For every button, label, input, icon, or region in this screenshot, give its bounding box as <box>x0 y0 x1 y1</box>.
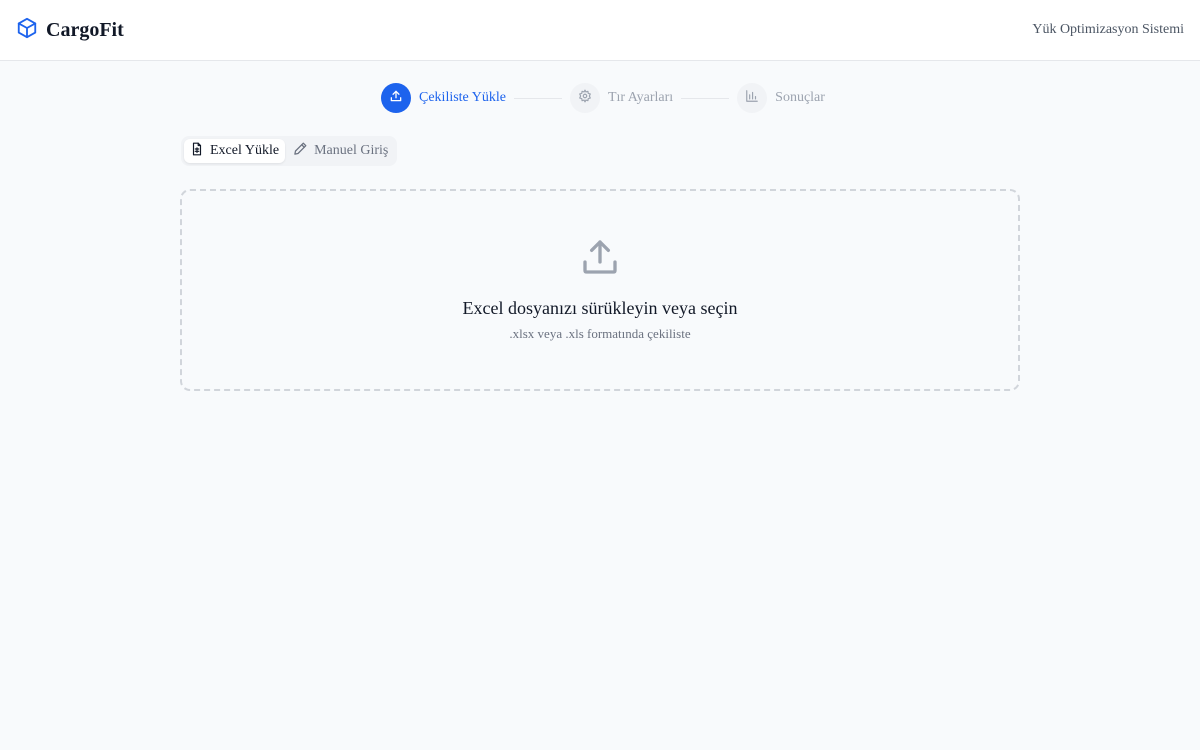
package-icon <box>16 17 38 44</box>
step-results[interactable]: Sonuçlar <box>737 83 825 113</box>
pencil-icon <box>293 141 308 161</box>
tab-label: Excel Yükle <box>210 143 280 158</box>
step-label-truck-settings: Tır Ayarları <box>607 90 674 105</box>
bar-chart-icon <box>745 89 759 108</box>
tab-manual-entry[interactable]: Manuel Giriş <box>287 139 394 163</box>
brand[interactable]: CargoFit <box>16 17 124 44</box>
dropzone-title: Excel dosyanızı sürükleyin veya seçin <box>462 298 738 318</box>
upload-icon <box>580 237 620 282</box>
app-header: CargoFit Yük Optimizasyon Sistemi <box>0 0 1200 61</box>
tab-excel-upload[interactable]: Excel Yükle <box>184 139 286 163</box>
header-subtitle: Yük Optimizasyon Sistemi <box>1032 22 1184 37</box>
excel-dropzone[interactable]: Excel dosyanızı sürükleyin veya seçin .x… <box>180 189 1020 391</box>
input-mode-tabs: Excel Yükle Manuel Giriş <box>181 136 398 166</box>
gear-icon <box>578 89 592 108</box>
step-label-results: Sonuçlar <box>775 90 825 105</box>
step-circle-upload <box>381 83 411 113</box>
step-circle-truck-settings <box>569 83 600 113</box>
step-connector <box>681 97 730 99</box>
step-connector <box>513 97 562 99</box>
dropzone-subtitle: .xlsx veya .xls formatında çekiliste <box>509 326 691 341</box>
upload-icon <box>389 89 403 108</box>
step-truck-settings[interactable]: Tır Ayarları <box>569 83 674 113</box>
spreadsheet-file-icon <box>190 142 204 161</box>
brand-name: CargoFit <box>46 18 124 41</box>
tab-label: Manuel Giriş <box>314 143 389 158</box>
step-label-upload: Çekiliste Yükle <box>419 90 506 105</box>
step-upload[interactable]: Çekiliste Yükle <box>381 83 506 113</box>
step-circle-results <box>737 83 768 113</box>
progress-stepper: Çekiliste Yükle Tır Ayarları Sonuçlar <box>381 83 825 113</box>
